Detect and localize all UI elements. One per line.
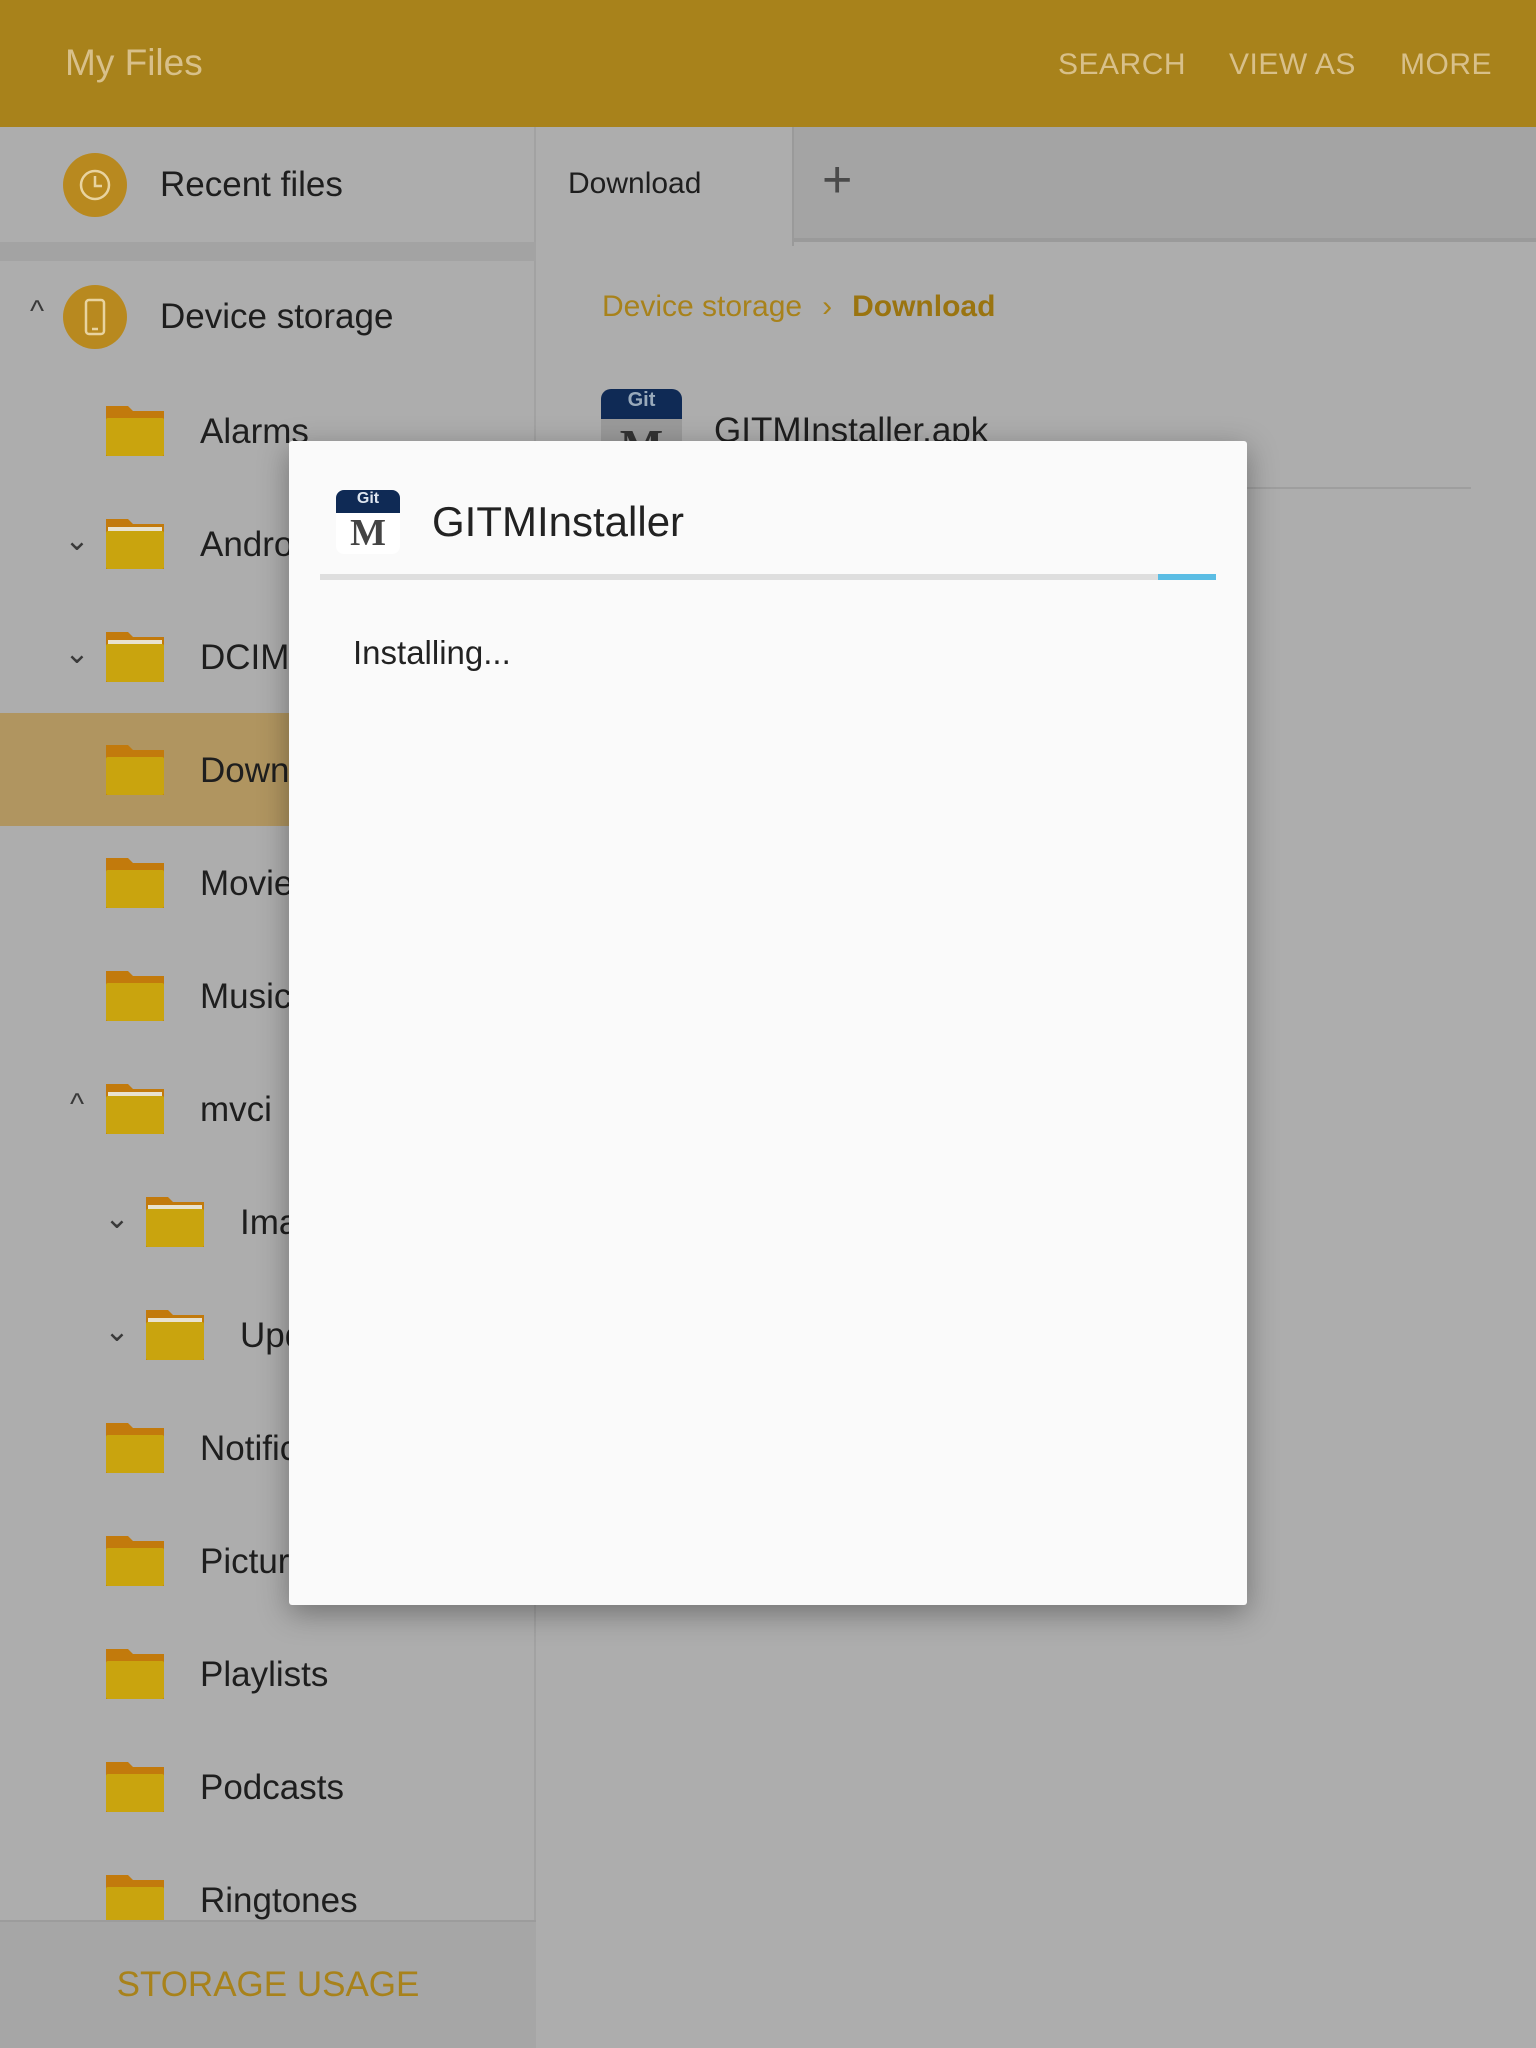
divider xyxy=(0,242,536,261)
breadcrumb-download[interactable]: Download xyxy=(852,290,995,324)
folder-label: Ringtones xyxy=(200,1881,358,1920)
folder-icon xyxy=(106,519,164,569)
folder-icon xyxy=(106,1649,164,1699)
folder-icon xyxy=(106,632,164,682)
folder-icon xyxy=(106,1762,164,1812)
folder-icon xyxy=(146,1310,204,1360)
folder-icon xyxy=(106,745,164,795)
folder-label: Music xyxy=(200,977,292,1016)
chevron-up-icon[interactable]: ^ xyxy=(22,295,52,329)
clock-icon xyxy=(63,153,127,217)
folder-icon xyxy=(106,406,164,456)
tab-download[interactable]: Download xyxy=(536,127,794,246)
chevron-down-icon[interactable]: ⌄ xyxy=(102,1201,132,1236)
sidebar-folder-item[interactable]: Playlists xyxy=(0,1617,536,1730)
folder-icon xyxy=(106,858,164,908)
chevron-right-icon: › xyxy=(822,290,833,323)
phone-icon xyxy=(63,285,127,349)
storage-usage-button[interactable]: STORAGE USAGE xyxy=(0,1920,536,2048)
more-button[interactable]: MORE xyxy=(1400,48,1492,82)
folder-icon xyxy=(106,1084,164,1134)
app-title: My Files xyxy=(65,42,203,83)
add-tab-icon[interactable]: + xyxy=(822,150,852,210)
breadcrumb-device-storage[interactable]: Device storage xyxy=(602,290,802,324)
sidebar-item-label: Device storage xyxy=(160,297,394,336)
chevron-up-icon[interactable]: ^ xyxy=(62,1088,92,1122)
sidebar-folder-item[interactable]: Podcasts xyxy=(0,1730,536,1843)
chevron-down-icon[interactable]: ⌄ xyxy=(62,523,92,558)
folder-label: Podcasts xyxy=(200,1768,344,1807)
dialog-message: Installing... xyxy=(353,634,511,671)
sidebar-item-label: Recent files xyxy=(160,165,343,204)
folder-label: DCIM xyxy=(200,638,290,677)
breadcrumb: Device storage › Download xyxy=(602,290,995,324)
app-bar: My Files SEARCH VIEW AS MORE xyxy=(0,0,1536,127)
search-button[interactable]: SEARCH xyxy=(1058,48,1186,82)
sidebar-item-recent-files[interactable]: Recent files xyxy=(0,127,536,242)
sidebar-item-device-storage[interactable]: ^ Device storage xyxy=(0,261,536,374)
progress-indicator xyxy=(1158,574,1216,580)
view-as-button[interactable]: VIEW AS xyxy=(1229,48,1356,82)
folder-icon xyxy=(146,1197,204,1247)
folder-label: mvci xyxy=(200,1090,272,1129)
folder-icon xyxy=(106,1536,164,1586)
chevron-down-icon[interactable]: ⌄ xyxy=(62,636,92,671)
gitm-app-icon: Git M xyxy=(336,490,400,554)
chevron-down-icon[interactable]: ⌄ xyxy=(102,1314,132,1349)
folder-icon xyxy=(106,1875,164,1925)
folder-icon xyxy=(106,1423,164,1473)
install-dialog: Git M GITMInstaller Installing... xyxy=(289,441,1247,1605)
dialog-title: GITMInstaller xyxy=(432,498,685,545)
progress-bar xyxy=(320,574,1216,580)
folder-icon xyxy=(106,971,164,1021)
folder-label: Playlists xyxy=(200,1655,329,1694)
